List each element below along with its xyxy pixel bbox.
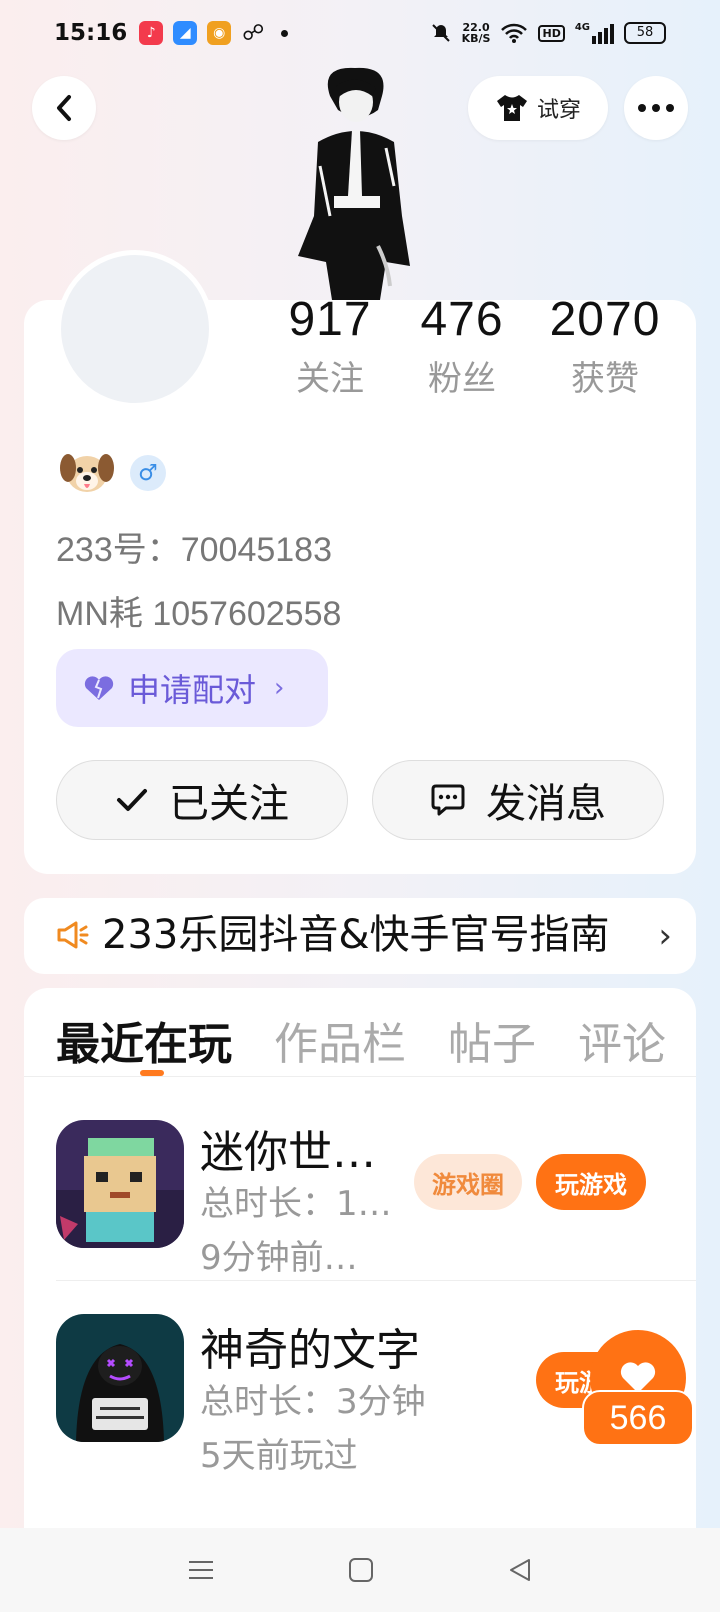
feather-app-icon: ◢ [173,21,198,45]
message-bubble-icon [431,784,465,816]
game-total-duration: 总时长：1… [200,1184,392,1224]
game-circle-button[interactable]: 游戏圈 [414,1154,522,1210]
apply-pairing-button[interactable]: 申请配对 › [56,649,328,727]
wechat-icon: ☍ [242,20,265,46]
more-dot-icon [652,104,660,112]
battery-icon: 58 [624,22,666,44]
tshirt-icon [496,95,527,121]
likes-label: 获赞 [571,359,639,399]
recent-games-card: 最近在玩 作品栏 帖子 评论 迷你世… 总时长：1… 9分钟前… 游戏圈 玩游戏 [24,988,696,1528]
following-button[interactable]: 已关注 [56,760,348,840]
avatar-character-figure [298,67,410,300]
system-navigation-bar [0,1528,720,1612]
more-dot-icon [638,104,646,112]
play-game-button[interactable]: 玩游戏 [536,1154,646,1210]
divider [24,1076,696,1077]
status-time: 15:16 [54,20,128,46]
menu-icon[interactable] [187,1558,215,1582]
chevron-left-icon [57,95,71,121]
following-status-label: 已关注 [169,781,289,827]
chevron-right-icon: › [658,916,672,956]
send-message-button[interactable]: 发消息 [372,760,664,840]
nickname-line: MN耗 1057602558 [56,595,342,633]
checkmark-icon [117,789,147,811]
profile-tabs: 最近在玩 作品栏 帖子 评论 [56,1008,666,1072]
user-id[interactable]: 233号：70045183 [56,522,332,571]
notification-dot-icon [281,29,289,37]
stat-likes[interactable]: 2070 获赞 [540,292,670,400]
magic-words-game-icon [56,1314,184,1442]
following-label: 关注 [296,359,364,399]
game-last-played: 9分钟前… [200,1238,358,1278]
hd-badge: HD [538,24,565,42]
wifi-icon [501,23,528,43]
more-dot-icon [666,104,674,112]
home-icon[interactable] [348,1557,374,1583]
net-speed: 22.0 KB/S [461,21,491,45]
back-triangle-icon[interactable] [507,1557,533,1583]
game-title: 迷你世… [200,1127,376,1178]
back-button[interactable] [32,76,96,140]
signal-icon: 4G [575,22,614,44]
game-title: 神奇的文字 [200,1325,420,1376]
game-list-item[interactable]: 迷你世… 总时长：1… 9分钟前… 游戏圈 玩游戏 [24,1100,696,1290]
game-last-played: 5天前玩过 [200,1436,358,1476]
game-total-duration: 总时长：3分钟 [200,1382,426,1422]
stat-followers[interactable]: 476 粉丝 [408,292,516,400]
tab-recently-playing[interactable]: 最近在玩 [56,1008,232,1072]
mute-bell-icon [431,24,450,42]
tab-comments[interactable]: 评论 [578,1008,666,1072]
following-count: 917 [288,293,372,346]
more-options-button[interactable] [624,76,688,140]
followers-label: 粉丝 [428,359,496,399]
megaphone-icon [57,921,89,949]
chevron-right-icon: › [274,673,285,703]
tab-works[interactable]: 作品栏 [274,1008,406,1072]
try-on-button[interactable]: 试穿 [468,76,608,140]
dog-badge-icon[interactable] [58,448,116,498]
weibo-app-icon: ◉ [207,21,232,45]
male-gender-icon: ♂ [130,455,166,491]
music-app-icon: ♪ [139,21,164,45]
stat-following[interactable]: 917 关注 [276,292,384,400]
try-on-label: 试穿 [536,98,581,123]
avatar[interactable] [56,250,214,408]
pairing-label: 申请配对 [128,671,257,709]
announcement-text: 233乐园抖音&快手官号指南 [102,912,610,958]
badge-row: ♂ [58,448,166,498]
status-bar: 15:16 ♪ ◢ ◉ ☍ 22.0 KB/S HD 4G 58 [0,0,720,66]
announcement-bar[interactable]: 233乐园抖音&快手官号指南 › [24,898,696,974]
tab-posts[interactable]: 帖子 [448,1008,536,1072]
heart-pair-icon [84,676,114,700]
send-message-label: 发消息 [486,781,606,827]
divider [56,1280,696,1281]
mini-world-game-icon [56,1120,184,1248]
followers-count: 476 [420,293,504,346]
likes-count: 2070 [549,293,661,346]
like-count: 566 [582,1390,694,1446]
